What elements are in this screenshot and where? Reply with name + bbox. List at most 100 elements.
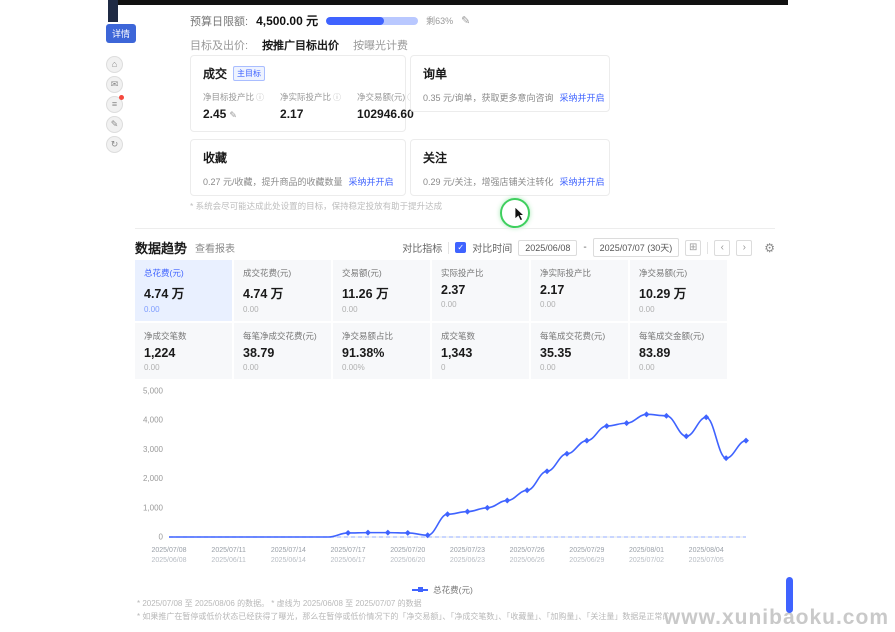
footnote-line: * 2025/07/08 至 2025/08/06 的数据。 * 虚线为 202… (137, 598, 697, 611)
history-icon: ↻ (111, 139, 119, 149)
bidding-row: 目标及出价: 按推广目标出价 按曝光计费 (190, 37, 408, 53)
budget-remain-label: 剩63% (426, 14, 453, 27)
metric-value: 91.38% (342, 346, 421, 360)
metric-card[interactable]: 交易额(元)11.26 万0.00 (333, 260, 430, 321)
metric-card[interactable]: 净交易额(元)10.29 万0.00 (630, 260, 727, 321)
metric-value: 1,224 (144, 346, 223, 360)
date-start-input[interactable]: 2025/06/08 (518, 240, 577, 256)
footnote-line: * 如果推广在暂停或低价状态已经获得了曝光，那么在暂停或低价情况下的「净交易额」… (137, 611, 697, 624)
metric-card[interactable]: 净实际投产比 2.17 0.00 (531, 260, 628, 321)
legend-item-total-spend[interactable]: 总花费(元) (412, 584, 473, 596)
scrollbar-thumb[interactable] (786, 577, 793, 613)
metric-card[interactable]: 每笔成交花费(元)35.350.00 (531, 323, 628, 379)
view-report-link[interactable]: 查看报表 (195, 240, 235, 255)
message-icon[interactable]: ✉ (106, 76, 123, 93)
legend-label: 总花费(元) (433, 584, 473, 596)
metric-sub: 0.00 (639, 363, 718, 372)
metric-sub: 0.00 (540, 363, 619, 372)
deal-card-title: 成交 (203, 65, 227, 82)
data-point-marker (385, 530, 391, 536)
stat-target-roi: 净目标投产比ⓘ 2.45✎ (203, 91, 264, 121)
budget-label: 预算日限额: (190, 13, 248, 29)
bidding-label: 目标及出价: (190, 37, 248, 53)
calendar-icon[interactable]: ⊞ (685, 240, 701, 256)
x-tick-compare-label: 2025/06/29 (569, 557, 604, 564)
tab-bid-by-goal[interactable]: 按推广目标出价 (262, 37, 339, 53)
budget-edit-icon[interactable]: ✎ (461, 14, 470, 27)
metric-value: 2.37 (441, 283, 520, 297)
y-tick-label: 1,000 (143, 503, 164, 512)
metric-value: 2.17 (540, 283, 619, 297)
compare-metric-toggle[interactable]: 对比指标 (402, 240, 442, 255)
metric-label: 每笔净成交花费(元) (243, 330, 322, 342)
data-point-marker (564, 451, 570, 457)
notice-icon[interactable]: ≡ (106, 96, 123, 113)
favorite-card-title: 收藏 (203, 149, 227, 166)
metric-card[interactable]: 成交花费(元)4.74 万0.00 (234, 260, 331, 321)
goal-note: * 系统会尽可能达成此处设置的目标，保持稳定投放有助于提升达成 (190, 200, 442, 212)
data-point-marker (584, 438, 590, 444)
metric-label: 净实际投产比 (540, 267, 619, 279)
controls-divider (707, 242, 708, 254)
y-tick-label: 5,000 (143, 387, 164, 396)
roi-edit-icon[interactable]: ✎ (229, 110, 237, 120)
metric-card[interactable]: 成交笔数1,3430 (432, 323, 529, 379)
next-period-button[interactable]: › (736, 240, 752, 256)
data-point-marker (663, 413, 669, 419)
metric-card[interactable]: 实际投产比2.370.00 (432, 260, 529, 321)
metric-value: 83.89 (639, 346, 718, 360)
metric-value: 10.29 万 (639, 283, 718, 302)
stat-net-gmv: 净交易额(元)ⓘ 102946.60 (357, 91, 415, 121)
gear-icon[interactable]: ⚙ (764, 241, 775, 255)
home-icon[interactable]: ⌂ (106, 56, 123, 73)
adopt-enable-link[interactable]: 采纳并开启 (349, 177, 394, 187)
adopt-enable-link[interactable]: 采纳并开启 (560, 93, 605, 103)
metric-card[interactable]: 每笔成交金额(元)83.890.00 (630, 323, 727, 379)
trend-line-chart: 01,0002,0003,0004,0005,0002025/07/082025… (133, 385, 758, 585)
data-point-marker (504, 498, 510, 504)
x-tick-label: 2025/07/14 (271, 547, 306, 554)
metric-sub: 0.00 (540, 300, 619, 309)
metric-value: 38.79 (243, 346, 322, 360)
left-sidebar-strip (108, 0, 118, 22)
metric-card[interactable]: 每笔净成交花费(元)38.790.00 (234, 323, 331, 379)
compare-time-checkbox[interactable]: ✓ (455, 242, 466, 253)
metric-label: 每笔成交花费(元) (540, 330, 619, 342)
cursor-icon (515, 207, 526, 222)
message-icon: ✉ (111, 79, 119, 89)
inquiry-card-title: 询单 (423, 65, 447, 82)
favorite-desc: 0.27 元/收藏，提升商品的收藏数量 (203, 177, 343, 187)
metric-card[interactable]: 总花费(元)4.74 万0.00 (135, 260, 232, 321)
date-range-dash: - (583, 242, 586, 253)
compare-time-label[interactable]: 对比时间 (472, 240, 512, 255)
data-point-marker (405, 530, 411, 536)
date-end-input[interactable]: 2025/07/07 (30天) (593, 238, 680, 257)
metric-card[interactable]: 净交易额占比91.38%0.00% (333, 323, 430, 379)
info-icon[interactable]: ⓘ (333, 93, 341, 102)
adopt-enable-link[interactable]: 采纳并开启 (560, 177, 605, 187)
prev-period-button[interactable]: ‹ (714, 240, 730, 256)
data-point-marker (683, 433, 689, 439)
x-tick-label: 2025/07/26 (510, 547, 545, 554)
metric-card[interactable]: 净成交笔数1,2240.00 (135, 323, 232, 379)
budget-progress-bar (326, 17, 418, 25)
notification-dot (119, 95, 124, 100)
metric-value: 1,343 (441, 346, 520, 360)
history-icon[interactable]: ↻ (106, 136, 123, 153)
edit-icon[interactable]: ✎ (106, 116, 123, 133)
x-tick-compare-label: 2025/07/02 (629, 557, 664, 564)
metric-label: 净交易额(元) (639, 267, 718, 279)
detail-badge-button[interactable]: 详情 (106, 24, 136, 43)
main-line-series (169, 414, 746, 537)
chart-legend: 总花费(元) (135, 583, 750, 596)
x-tick-compare-label: 2025/06/17 (331, 557, 366, 564)
metric-sub: 0.00 (243, 305, 322, 314)
x-tick-label: 2025/08/04 (689, 547, 724, 554)
metric-sub: 0.00 (144, 305, 223, 314)
edit-icon: ✎ (111, 119, 119, 129)
tab-bid-by-impression[interactable]: 按曝光计费 (353, 37, 408, 53)
data-point-marker (445, 511, 451, 517)
data-point-marker (365, 530, 371, 536)
info-icon[interactable]: ⓘ (256, 93, 264, 102)
goal-card-deal: 成交 主目标 净目标投产比ⓘ 2.45✎ 净实际投产比ⓘ 2.17 净交易额(元… (190, 55, 406, 132)
